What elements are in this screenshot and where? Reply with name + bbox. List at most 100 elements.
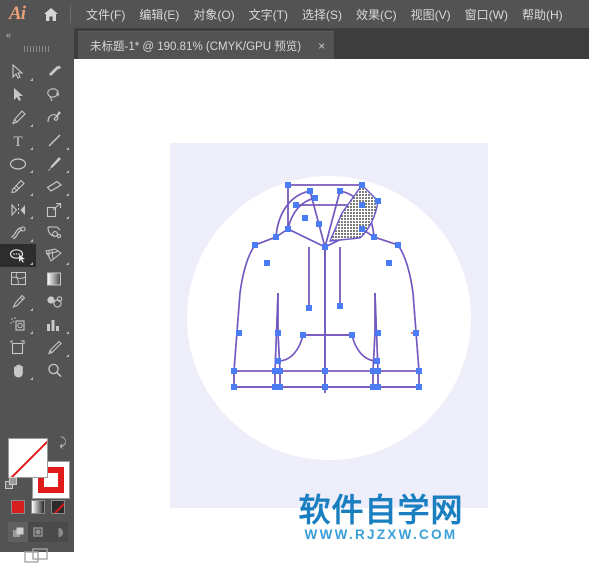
perspective-grid-tool[interactable] [36,244,72,267]
flyout-arrow-icon [66,170,69,173]
watermark-url: WWW.RJZXW.COM [304,527,458,542]
tool-row [0,221,74,244]
mesh-tool[interactable] [0,267,36,290]
swap-fill-stroke-icon[interactable]: ⤸ [56,435,70,449]
flyout-arrow-icon [30,193,33,196]
artboard-tool[interactable] [0,336,36,359]
app-logo: Ai [9,3,26,24]
flyout-arrow-icon [66,193,69,196]
flyout-arrow-icon [66,147,69,150]
tool-row: T [0,129,74,152]
document-tab-title: 未标题-1* @ 190.81% (CMYK/GPU 预览) [90,40,302,53]
home-icon[interactable] [34,0,68,28]
flyout-arrow-icon [30,78,33,81]
color-mode-row [8,496,68,518]
draw-inside-mode[interactable] [48,522,68,542]
slice-tool[interactable] [36,336,72,359]
menu-effect[interactable]: 效果(C) [349,0,404,28]
flyout-arrow-icon [30,216,33,219]
pen-tool[interactable] [0,106,36,129]
tool-row [0,359,74,382]
menu-bar: Ai 文件(F) 编辑(E) 对象(O) 文字(T) 选择(S) 效果(C) 视… [0,0,589,28]
symbol-sprayer-tool[interactable] [0,313,36,336]
menu-file[interactable]: 文件(F) [79,0,132,28]
background-circle [187,176,471,460]
flyout-arrow-icon [30,377,33,380]
hoodie-vector-artwork[interactable] [170,143,488,508]
menu-object[interactable]: 对象(O) [186,0,241,28]
flyout-arrow-icon [30,239,33,242]
selection-tool[interactable] [0,60,36,83]
flyout-arrow-icon [30,331,33,334]
tool-row [0,290,74,313]
illustrator-window: Ai 文件(F) 编辑(E) 对象(O) 文字(T) 选择(S) 效果(C) 视… [0,0,589,563]
menu-view[interactable]: 视图(V) [404,0,458,28]
gradient-tool[interactable] [36,267,72,290]
menu-edit[interactable]: 编辑(E) [132,0,186,28]
magic-wand-tool[interactable] [36,60,72,83]
blend-tool[interactable] [36,290,72,313]
reflect-tool[interactable] [0,198,36,221]
shaper-tool[interactable] [0,175,36,198]
tool-row [0,313,74,336]
eraser-tool[interactable] [36,175,72,198]
menu-select[interactable]: 选择(S) [295,0,349,28]
tools-panel: « T ⤸ [0,28,75,563]
none-indicator-icon [9,439,47,477]
default-fill-stroke-icon[interactable] [5,477,18,490]
column-graph-tool[interactable] [36,313,72,336]
tool-row [0,106,74,129]
tool-row [0,336,74,359]
curvature-tool[interactable] [36,106,72,129]
lasso-tool[interactable] [0,244,36,267]
flyout-arrow-icon [66,262,69,265]
hand-tool[interactable] [0,359,36,382]
draw-normal-mode[interactable] [8,522,28,542]
scale-tool[interactable] [36,198,72,221]
tool-row [0,83,74,106]
draw-behind-mode[interactable] [28,522,48,542]
none-mode[interactable] [48,496,68,518]
flyout-arrow-icon [30,147,33,150]
svg-text:T: T [13,134,22,148]
eyedropper-tool[interactable] [0,290,36,313]
tool-row [0,244,74,267]
panel-drag-handle[interactable] [0,42,74,56]
tool-row [0,198,74,221]
flyout-arrow-icon [66,354,69,357]
type-tool[interactable]: T [0,129,36,152]
fill-swatch[interactable] [8,438,48,478]
fill-stroke-controls: ⤸ [0,433,74,505]
line-segment-tool[interactable] [36,129,72,152]
flyout-arrow-icon [66,331,69,334]
gradient-mode[interactable] [28,496,48,518]
lasso-tool-top[interactable] [36,83,72,106]
menu-separator [70,5,71,23]
menu-type[interactable]: 文字(T) [242,0,295,28]
zoom-tool[interactable] [36,359,72,382]
document-tab-bar: 未标题-1* @ 190.81% (CMYK/GPU 预览) × [74,28,589,59]
tool-row [0,152,74,175]
flyout-arrow-icon [66,216,69,219]
collapse-panel-icon[interactable]: « [0,28,74,42]
menu-window[interactable]: 窗口(W) [458,0,515,28]
flyout-arrow-icon [30,170,33,173]
change-screen-mode[interactable] [22,546,52,566]
ellipse-tool[interactable] [0,152,36,175]
color-swatch-mode[interactable] [8,496,28,518]
width-tool[interactable] [0,221,36,244]
canvas-area[interactable]: 软件自学网 WWW.RJZXW.COM [74,59,589,552]
paintbrush-tool[interactable] [36,152,72,175]
menu-help[interactable]: 帮助(H) [515,0,570,28]
tool-row [0,267,74,290]
close-icon[interactable]: × [315,40,328,52]
direct-selection-tool[interactable] [0,83,36,106]
document-tab[interactable]: 未标题-1* @ 190.81% (CMYK/GPU 预览) × [78,31,335,59]
flyout-arrow-icon [30,262,33,265]
draw-mode-row [8,522,68,542]
flyout-arrow-icon [30,308,33,311]
flyout-arrow-icon [30,124,33,127]
free-transform-tool[interactable] [36,221,72,244]
artboard[interactable] [170,143,488,508]
tool-grid: T [0,60,74,382]
